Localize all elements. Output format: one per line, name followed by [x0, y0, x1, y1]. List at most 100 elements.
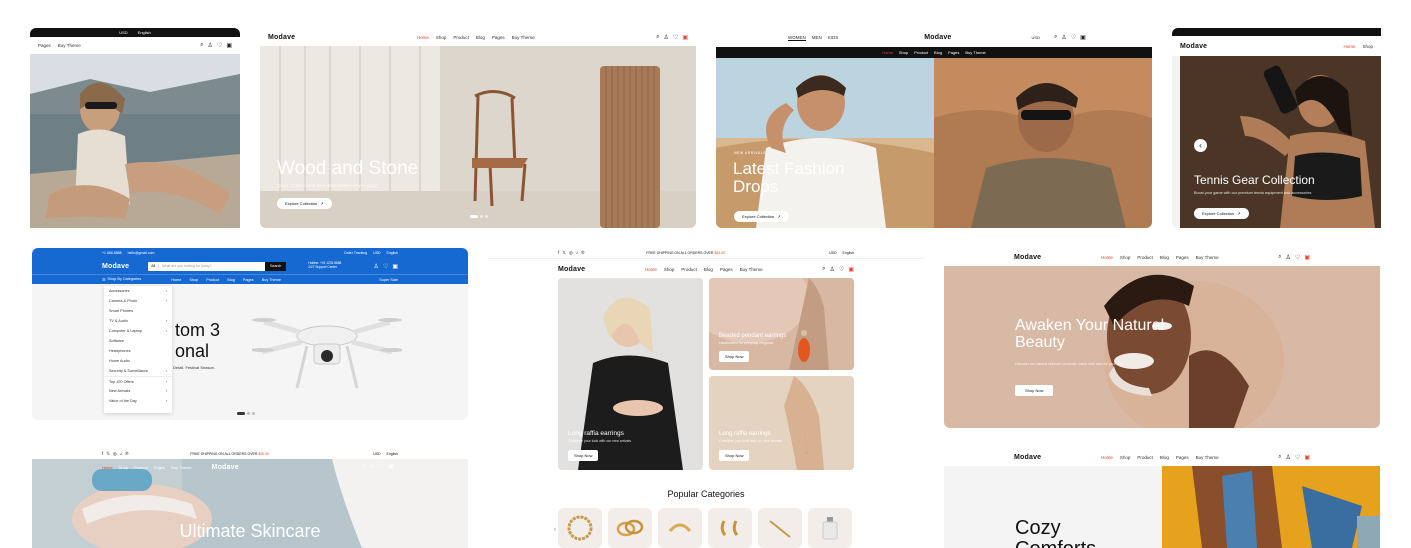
- nav-buy-theme[interactable]: Buy Theme: [740, 267, 763, 272]
- nav-shop[interactable]: Shop: [664, 267, 675, 272]
- explore-collection-button[interactable]: Explore Collection ↗: [1194, 208, 1249, 219]
- nav-home[interactable]: Home: [1101, 255, 1113, 260]
- nav-blog[interactable]: Blog: [934, 50, 942, 55]
- category-item[interactable]: Computer & Laptop ›: [104, 326, 172, 336]
- search-button[interactable]: Search: [265, 261, 287, 271]
- nav-buy-theme[interactable]: Buy Theme: [58, 43, 81, 48]
- nav-blog[interactable]: Blog: [227, 278, 235, 282]
- nav-product[interactable]: Product: [914, 50, 928, 55]
- currency-selector[interactable]: USD: [373, 251, 380, 255]
- cart-icon[interactable]: ▣: [226, 42, 232, 49]
- tiktok-icon[interactable]: ♪: [576, 250, 578, 256]
- nav-shop[interactable]: Shop: [1120, 455, 1131, 460]
- explore-collection-button[interactable]: Explore Collection ↗: [277, 198, 332, 209]
- slider-dot[interactable]: [485, 215, 488, 218]
- language-selector[interactable]: English: [843, 251, 854, 255]
- demo-card-menswear[interactable]: WOMEN MEN KIDS Modave USD ⌕ ♙ ♡ ▣ Home S…: [716, 28, 1152, 228]
- language-selector[interactable]: English: [387, 452, 398, 456]
- brand-logo[interactable]: Modave: [212, 464, 239, 471]
- demo-card-swimwear[interactable]: USD English Pages Buy Theme ⌕ ♙ ♡ ▣: [30, 28, 240, 228]
- nav-product[interactable]: Product: [1137, 255, 1153, 260]
- shop-now-button[interactable]: Shop Now: [568, 450, 599, 461]
- cart-icon[interactable]: ▣: [392, 263, 398, 270]
- category-item[interactable]: Software: [104, 336, 172, 346]
- category-tile-rings[interactable]: [608, 508, 652, 548]
- nav-pages[interactable]: Pages: [948, 50, 959, 55]
- category-tile-earrings[interactable]: [708, 508, 752, 548]
- nav-product[interactable]: Product: [453, 35, 469, 40]
- promo-tile-bottom[interactable]: Long raffia earrings Complete your look …: [709, 376, 854, 470]
- user-icon[interactable]: ♙: [1286, 454, 1291, 461]
- nav-blog[interactable]: Blog: [1160, 255, 1169, 260]
- nav-buy-theme[interactable]: Buy Theme: [965, 50, 985, 55]
- demo-card-furniture[interactable]: Modave Home Shop Product Blog Pages Buy …: [260, 28, 696, 228]
- cart-icon[interactable]: ▣: [682, 34, 688, 41]
- nav-home[interactable]: Home: [1343, 44, 1355, 49]
- pinterest-icon[interactable]: ℗: [125, 451, 128, 457]
- promo-tile-large[interactable]: Long raffia earrings Complete your look …: [558, 278, 703, 470]
- cart-icon[interactable]: ▣: [388, 463, 394, 470]
- nav-blog[interactable]: Blog: [1160, 455, 1169, 460]
- slider-dots[interactable]: [470, 215, 488, 218]
- user-icon[interactable]: ♙: [830, 266, 835, 273]
- currency-selector[interactable]: USD: [119, 30, 127, 35]
- language-selector[interactable]: English: [138, 30, 151, 35]
- shop-now-button[interactable]: Shop Now: [1015, 385, 1054, 396]
- nav-buy-theme[interactable]: Buy Theme: [262, 278, 281, 282]
- nav-buy-theme[interactable]: Buy Theme: [171, 465, 191, 470]
- nav-blog[interactable]: Blog: [704, 267, 713, 272]
- tab-kids[interactable]: KIDS: [828, 35, 839, 41]
- search-icon[interactable]: ⌕: [1278, 254, 1281, 261]
- search-icon[interactable]: ⌕: [656, 34, 659, 41]
- slider-dot[interactable]: [252, 412, 255, 415]
- nav-home[interactable]: Home: [1101, 455, 1113, 460]
- category-item[interactable]: Value of the Day ›: [104, 396, 172, 406]
- categories-toggle[interactable]: ☰ Shop By Categories: [102, 277, 141, 282]
- promo-tile-top[interactable]: Beaded pendant earrings Handcrafted for …: [709, 278, 854, 370]
- nav-buy-theme[interactable]: Buy Theme: [1196, 255, 1219, 260]
- nav-pages[interactable]: Pages: [1176, 455, 1189, 460]
- currency-selector[interactable]: USD: [829, 251, 836, 255]
- slider-dot[interactable]: [470, 215, 478, 218]
- x-icon[interactable]: 𝕏: [106, 451, 110, 457]
- nav-pages[interactable]: Pages: [154, 465, 165, 470]
- nav-shop[interactable]: Shop: [436, 35, 447, 40]
- heart-icon[interactable]: ♡: [673, 34, 678, 41]
- nav-shop[interactable]: Shop: [899, 50, 908, 55]
- nav-product[interactable]: Product: [681, 267, 697, 272]
- nav-home[interactable]: Home: [171, 278, 181, 282]
- cart-icon[interactable]: ▣: [1304, 454, 1310, 461]
- search-input[interactable]: What are you looking for today?: [159, 264, 265, 268]
- tab-women[interactable]: WOMEN: [788, 35, 806, 41]
- user-icon[interactable]: ♙: [1286, 254, 1291, 261]
- nav-home[interactable]: Home: [882, 50, 893, 55]
- heart-icon[interactable]: ♡: [1295, 454, 1300, 461]
- brand-logo[interactable]: Modave: [268, 34, 295, 41]
- search-icon[interactable]: ⌕: [822, 266, 825, 273]
- heart-icon[interactable]: ♡: [1295, 254, 1300, 261]
- category-tile-bracelet[interactable]: [558, 508, 602, 548]
- brand-logo[interactable]: Modave: [1014, 254, 1041, 261]
- brand-logo[interactable]: Modave: [558, 266, 585, 273]
- nav-buy-theme[interactable]: Buy Theme: [1196, 455, 1219, 460]
- category-item[interactable]: Security & Surveillance ›: [104, 366, 172, 376]
- category-tile-perfume[interactable]: [808, 508, 852, 548]
- nav-home[interactable]: Home: [102, 465, 113, 470]
- nav-home[interactable]: Home: [417, 35, 429, 40]
- x-icon[interactable]: 𝕏: [562, 250, 566, 256]
- nav-shop[interactable]: Shop: [119, 465, 128, 470]
- slider-dot[interactable]: [247, 412, 250, 415]
- nav-pages[interactable]: Pages: [720, 267, 733, 272]
- cart-icon[interactable]: ▣: [1304, 254, 1310, 261]
- shop-now-button[interactable]: Shop Now: [719, 450, 750, 461]
- nav-product[interactable]: Product: [134, 465, 148, 470]
- nav-shop[interactable]: Shop: [189, 278, 198, 282]
- super-sale-link[interactable]: Super Sale: [379, 278, 398, 282]
- category-item[interactable]: Home Audio: [104, 356, 172, 366]
- carousel-prev-button[interactable]: ‹: [1194, 139, 1207, 152]
- instagram-icon[interactable]: ◎: [113, 451, 117, 457]
- brand-logo[interactable]: Modave: [102, 263, 129, 270]
- demo-card-jewelry[interactable]: f 𝕏 ◎ ♪ ℗ FREE SHIPPING ON ALL ORDERS OVER $…: [488, 248, 924, 548]
- nav-pages[interactable]: Pages: [492, 35, 505, 40]
- heart-icon[interactable]: ♡: [379, 463, 384, 470]
